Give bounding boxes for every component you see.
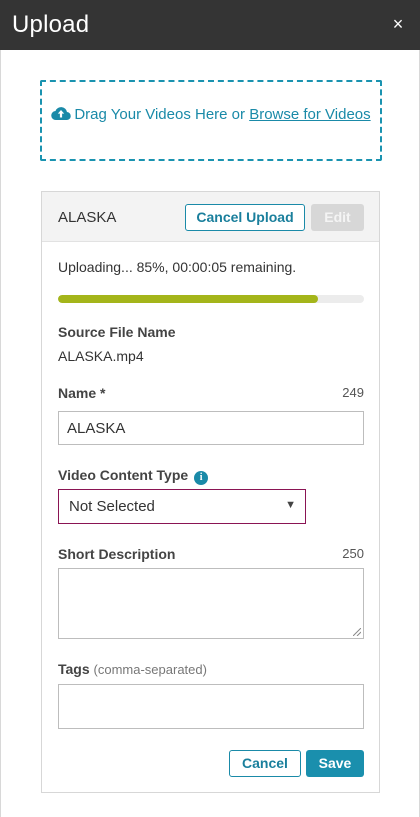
file-title: ALASKA: [58, 209, 117, 226]
dropzone-text: Drag Your Videos Here or: [74, 106, 250, 123]
save-button[interactable]: Save: [306, 750, 364, 777]
upload-status: Uploading... 85%, 00:00:05 remaining.: [58, 259, 297, 275]
upload-item-card: ALASKA Cancel Upload Edit Uploading... 8…: [41, 191, 380, 793]
tags-label: Tags (comma-separated): [58, 661, 207, 677]
tags-input[interactable]: [58, 684, 364, 729]
edit-button[interactable]: Edit: [311, 204, 364, 231]
video-dropzone[interactable]: Drag Your Videos Here or Browse for Vide…: [40, 80, 382, 161]
content-type-select[interactable]: Not Selected ▼: [58, 489, 306, 524]
cancel-upload-button[interactable]: Cancel Upload: [185, 204, 305, 231]
upload-item-header: ALASKA Cancel Upload Edit: [42, 192, 379, 242]
name-label-text: Name: [58, 385, 97, 401]
tags-label-text: Tags: [58, 661, 90, 677]
close-icon[interactable]: ×: [390, 14, 406, 34]
content-type-label-text: Video Content Type: [58, 467, 189, 483]
upload-progress-fill: [58, 295, 319, 303]
short-description-counter: 250: [342, 546, 364, 561]
upload-header: Upload ×: [0, 0, 420, 50]
required-marker: *: [100, 385, 106, 401]
source-file-label: Source File Name: [58, 324, 176, 340]
resize-handle-icon[interactable]: [353, 628, 361, 636]
short-description-textarea[interactable]: [58, 568, 364, 639]
info-icon[interactable]: i: [194, 471, 209, 485]
tags-hint: (comma-separated): [93, 662, 207, 677]
source-file-value: ALASKA.mp4: [58, 348, 144, 364]
name-input[interactable]: [58, 411, 364, 445]
content-type-selected: Not Selected: [69, 498, 155, 515]
content-type-label: Video Content Type i: [58, 467, 209, 485]
name-char-counter: 249: [342, 385, 364, 400]
header-title: Upload: [12, 11, 90, 38]
cancel-button[interactable]: Cancel: [229, 750, 301, 777]
upload-progress-bar: [58, 295, 364, 303]
browse-videos-link[interactable]: Browse for Videos: [249, 106, 370, 123]
name-label: Name *: [58, 385, 105, 401]
short-description-label: Short Description: [58, 546, 176, 562]
cloud-upload-icon: [51, 107, 72, 121]
dropdown-arrow-icon: ▼: [285, 499, 296, 511]
